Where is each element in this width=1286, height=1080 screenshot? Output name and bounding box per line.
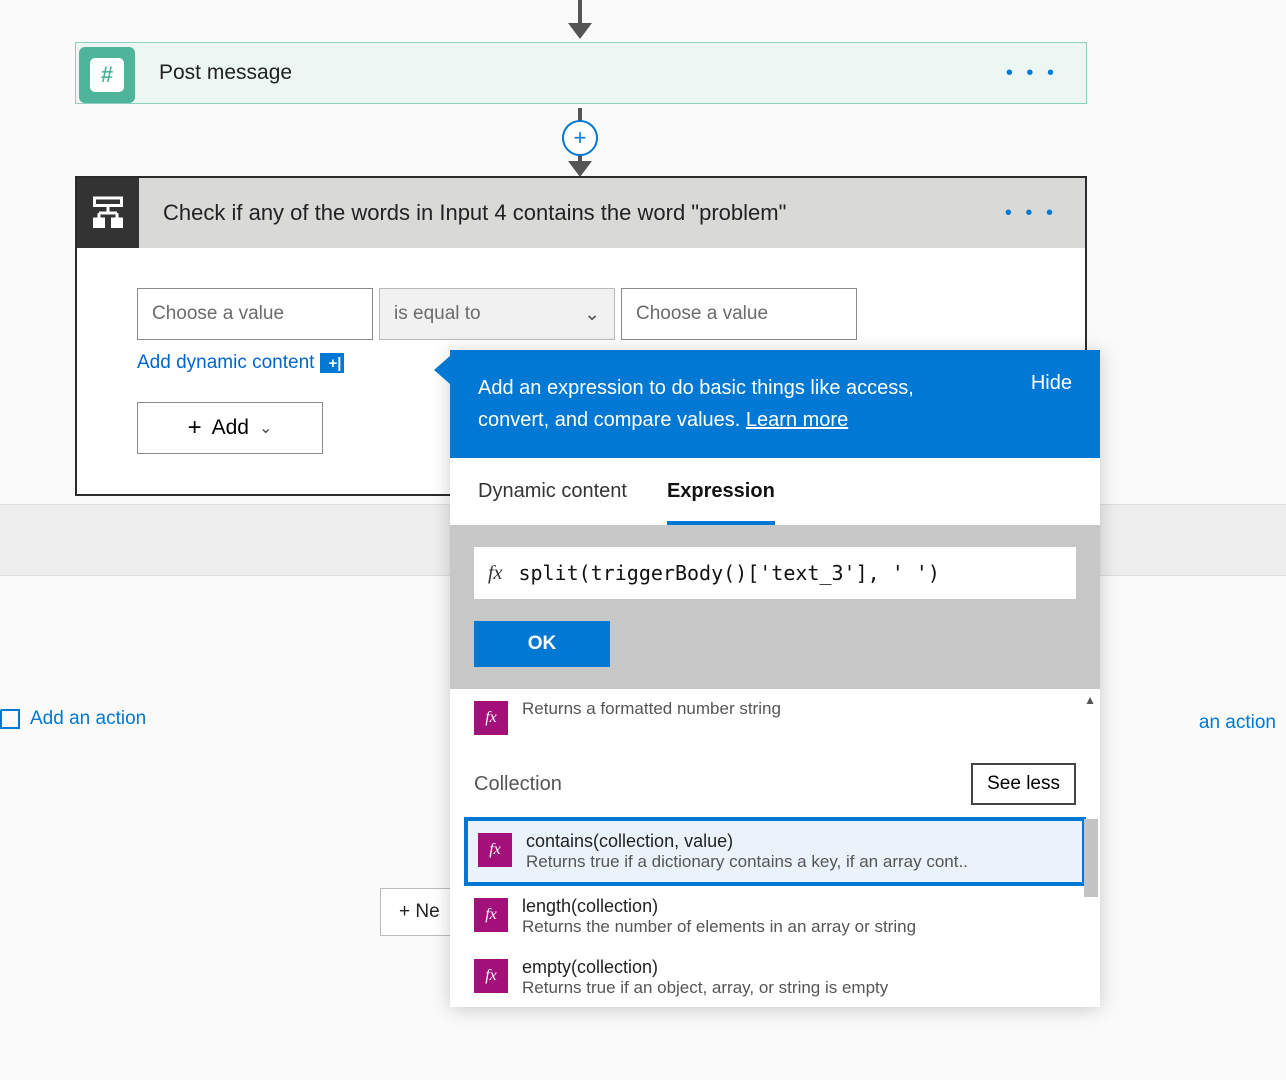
hash-icon: # bbox=[90, 58, 124, 92]
fx-badge-icon: fx bbox=[478, 833, 512, 867]
condition-header[interactable]: Check if any of the words in Input 4 con… bbox=[77, 178, 1085, 248]
function-item-contains[interactable]: fx contains(collection, value) Returns t… bbox=[464, 817, 1086, 886]
tab-dynamic-content[interactable]: Dynamic content bbox=[478, 480, 627, 525]
section-title: Collection bbox=[474, 773, 562, 796]
fx-icon: fx bbox=[488, 562, 502, 585]
add-action-link-right[interactable]: an action bbox=[1199, 712, 1276, 734]
condition-right-input[interactable]: Choose a value bbox=[621, 288, 857, 340]
scrollbar-thumb[interactable] bbox=[1084, 819, 1098, 897]
function-desc: Returns true if a dictionary contains a … bbox=[526, 852, 968, 872]
fx-badge-icon: fx bbox=[474, 959, 508, 993]
function-name: contains(collection, value) bbox=[526, 831, 968, 852]
function-item-length[interactable]: fx length(collection) Returns the number… bbox=[450, 886, 1100, 947]
add-condition-row-button[interactable]: + Add ⌄ bbox=[137, 402, 323, 454]
popup-caret bbox=[434, 356, 450, 384]
connector-arrow bbox=[578, 0, 582, 25]
scroll-up-icon[interactable]: ▲ bbox=[1084, 693, 1096, 707]
slack-icon: # bbox=[79, 47, 135, 103]
function-desc: Returns the number of elements in an arr… bbox=[522, 917, 916, 937]
function-desc: Returns a formatted number string bbox=[522, 699, 781, 719]
function-list: ▲ fx Returns a formatted number string C… bbox=[450, 689, 1100, 1007]
popup-description: Add an expression to do basic things lik… bbox=[478, 372, 988, 436]
plus-icon: +| bbox=[320, 353, 344, 373]
learn-more-link[interactable]: Learn more bbox=[746, 409, 848, 431]
condition-operator-select[interactable]: is equal to ⌄ bbox=[379, 288, 615, 340]
plus-icon: + bbox=[188, 414, 202, 442]
card-menu-button[interactable]: • • • bbox=[1005, 202, 1057, 225]
function-item[interactable]: fx Returns a formatted number string bbox=[450, 689, 1100, 745]
function-item-empty[interactable]: fx empty(collection) Returns true if an … bbox=[450, 947, 1100, 1007]
condition-left-input[interactable]: Choose a value bbox=[137, 288, 373, 340]
add-step-button[interactable]: + bbox=[562, 120, 598, 156]
expression-code: split(triggerBody()['text_3'], ' ') bbox=[518, 561, 939, 585]
function-desc: Returns true if an object, array, or str… bbox=[522, 978, 888, 998]
fx-badge-icon: fx bbox=[474, 701, 508, 735]
add-action-link[interactable]: Add an action bbox=[0, 708, 146, 730]
operator-label: is equal to bbox=[394, 303, 481, 325]
card-title: Post message bbox=[159, 61, 292, 85]
expression-popup: Add an expression to do basic things lik… bbox=[450, 350, 1100, 1007]
chevron-down-icon: ⌄ bbox=[584, 303, 600, 326]
see-less-button[interactable]: See less bbox=[971, 763, 1076, 805]
condition-title: Check if any of the words in Input 4 con… bbox=[163, 200, 786, 226]
post-message-card[interactable]: # Post message • • • bbox=[75, 42, 1087, 104]
action-icon bbox=[0, 709, 20, 729]
tab-expression[interactable]: Expression bbox=[667, 480, 775, 525]
ok-button[interactable]: OK bbox=[474, 621, 610, 667]
function-name: empty(collection) bbox=[522, 957, 888, 978]
condition-icon bbox=[77, 178, 139, 248]
chevron-down-icon: ⌄ bbox=[259, 418, 272, 438]
fx-badge-icon: fx bbox=[474, 898, 508, 932]
card-menu-button[interactable]: • • • bbox=[1006, 62, 1058, 85]
expression-input[interactable]: fx split(triggerBody()['text_3'], ' ') bbox=[474, 547, 1076, 599]
hide-button[interactable]: Hide bbox=[1031, 372, 1072, 395]
function-name: length(collection) bbox=[522, 896, 916, 917]
